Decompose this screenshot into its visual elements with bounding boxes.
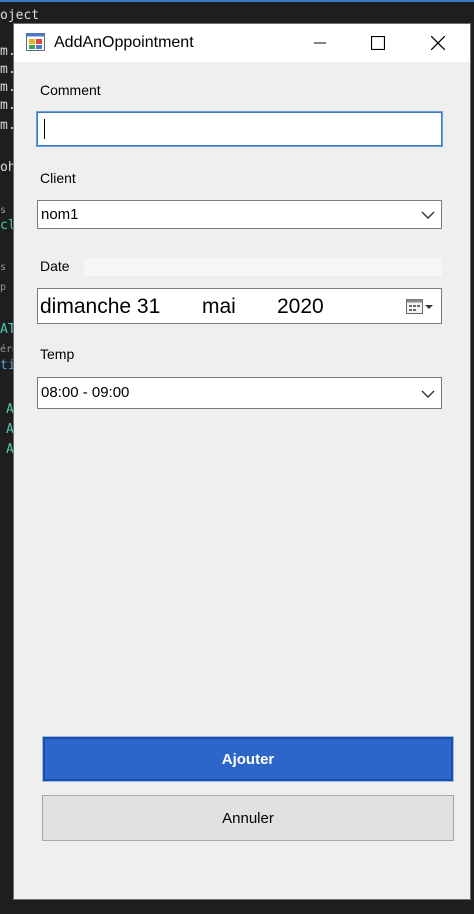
ide-text-line: s — [0, 262, 7, 273]
maximize-button[interactable] — [348, 24, 408, 62]
form-app-icon — [26, 33, 45, 51]
client-select-value: nom1 — [41, 206, 79, 223]
temp-label: Temp — [40, 346, 75, 362]
close-icon — [431, 36, 445, 50]
date-day[interactable]: dimanche 31 — [40, 295, 160, 319]
client-label: Client — [40, 170, 76, 186]
date-label-strip — [84, 258, 442, 276]
ide-text-line: oject — [0, 8, 40, 23]
minimize-button[interactable] — [290, 24, 350, 62]
title-bar[interactable]: AddAnOppointment — [14, 24, 470, 62]
temp-select-value: 08:00 - 09:00 — [41, 384, 130, 401]
chevron-down-icon — [421, 211, 435, 219]
client-select[interactable]: nom1 — [37, 200, 442, 229]
ide-text-line: p — [0, 282, 7, 293]
date-label: Date — [40, 258, 70, 274]
maximize-icon — [371, 36, 385, 50]
temp-select[interactable]: 08:00 - 09:00 — [37, 377, 442, 409]
annuler-button[interactable]: Annuler — [42, 795, 454, 841]
form-body: Comment Client nom1 Date dimanche 31 mai… — [14, 62, 470, 899]
date-year[interactable]: 2020 — [277, 295, 324, 319]
date-month[interactable]: mai — [202, 295, 236, 319]
date-picker[interactable]: dimanche 31 mai 2020 — [37, 288, 442, 324]
ide-text-line: s — [0, 205, 7, 216]
ajouter-button[interactable]: Ajouter — [42, 736, 454, 782]
minimize-icon — [314, 42, 326, 44]
window-title: AddAnOppointment — [54, 34, 194, 51]
add-appointment-window: AddAnOppointment Comment Client nom1 Dat… — [13, 23, 471, 900]
comment-label: Comment — [40, 82, 101, 98]
close-button[interactable] — [408, 24, 468, 62]
ide-accent-line — [0, 0, 474, 2]
calendar-dropdown-icon[interactable] — [406, 298, 436, 316]
chevron-down-icon — [421, 390, 435, 398]
comment-input[interactable] — [36, 111, 443, 147]
text-caret — [44, 119, 45, 139]
